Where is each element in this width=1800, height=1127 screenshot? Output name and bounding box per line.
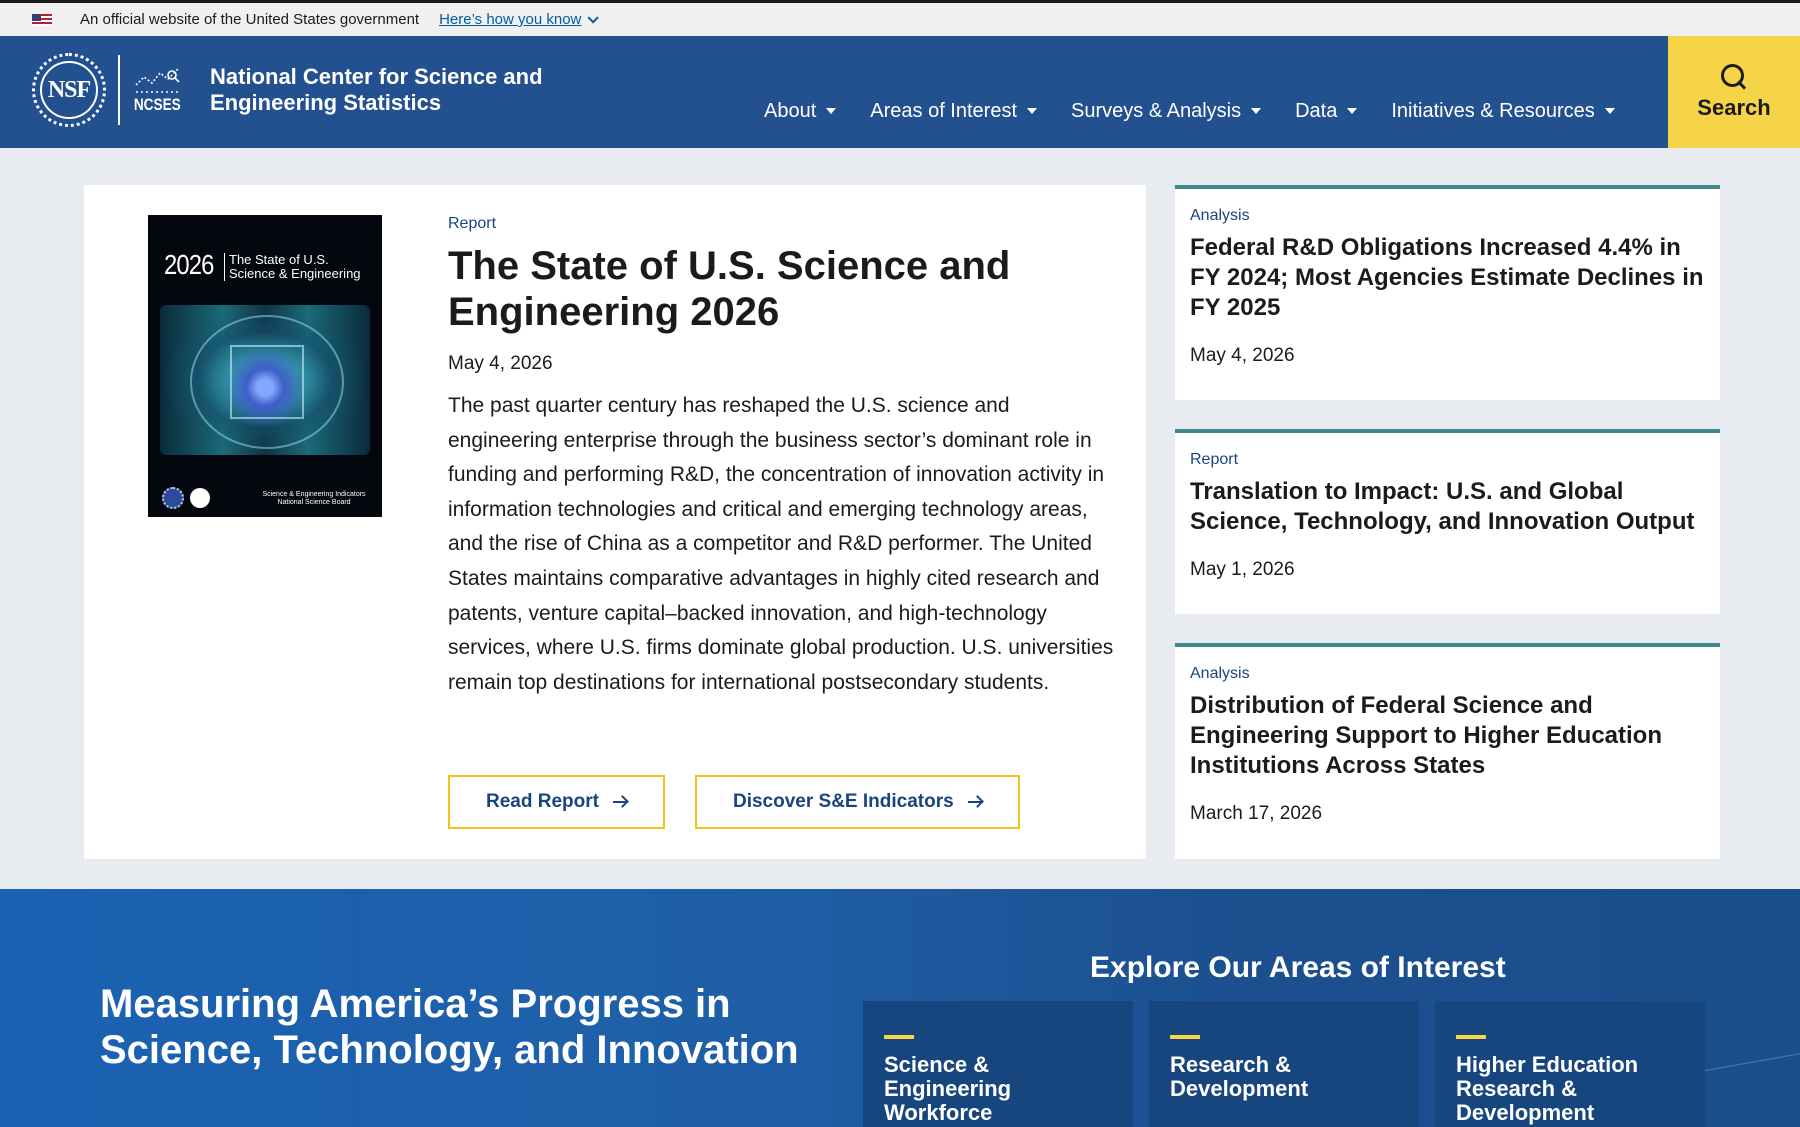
- nsf-seal-icon: NSF: [32, 53, 106, 127]
- nav-item-label: About: [764, 99, 817, 122]
- decorative-line: [1695, 1047, 1800, 1127]
- featured-title[interactable]: The State of U.S. Science and Engineerin…: [448, 243, 1068, 335]
- featured-actions: Read Report Discover S&E Indicators: [448, 775, 1050, 829]
- caret-down-icon: [1027, 108, 1038, 114]
- nav-item-label: Initiatives & Resources: [1391, 99, 1595, 122]
- cover-publisher-line1: Science & Engineering Indicators: [262, 491, 366, 498]
- site-name: National Center for Science and Engineer…: [210, 64, 550, 116]
- cover-title-line2: Science & Engineering: [229, 266, 361, 281]
- read-report-label: Read Report: [486, 791, 599, 812]
- news-card-eyebrow: Report: [1190, 451, 1239, 468]
- ncses-logo: NCSES: [132, 65, 182, 115]
- site-header: NSF NCSES National Center for Science an…: [0, 36, 1800, 148]
- accent-bar: [884, 1035, 914, 1039]
- area-card-label: Higher Education Research & Development: [1456, 1052, 1639, 1125]
- area-card-label: Research & Development: [1170, 1052, 1309, 1101]
- news-card-eyebrow: Analysis: [1190, 207, 1250, 224]
- area-card-label: Science & Engineering Workforce: [884, 1052, 1012, 1125]
- featured-date: May 4, 2026: [448, 353, 553, 374]
- news-card-date: May 4, 2026: [1190, 345, 1295, 366]
- caret-down-icon: [1347, 108, 1358, 114]
- arrow-right-icon: [612, 796, 627, 808]
- gov-banner: An official website of the United States…: [0, 0, 1800, 36]
- ncses-logo-text: NCSES: [133, 95, 181, 114]
- site-logo-link[interactable]: NSF NCSES National Center for Science an…: [32, 52, 550, 128]
- cover-year: 2026: [164, 249, 214, 280]
- nav-item-areas-of-interest[interactable]: Areas of Interest: [870, 99, 1038, 123]
- search-button-label: Search: [1697, 95, 1771, 120]
- news-card-eyebrow: Analysis: [1190, 665, 1250, 682]
- featured-eyebrow: Report: [448, 215, 497, 232]
- cover-artwork: [160, 305, 370, 455]
- site-name-line1: National Center for Science and: [210, 64, 543, 89]
- discover-indicators-button[interactable]: Discover S&E Indicators: [694, 775, 1020, 829]
- news-card-date: May 1, 2026: [1190, 559, 1295, 580]
- mission-band: Measuring America’s Progress in Science,…: [0, 889, 1800, 1127]
- area-card-research-development[interactable]: Research & Development: [1149, 1001, 1419, 1127]
- report-cover-image[interactable]: 2026 The State of U.S. Science & Enginee…: [148, 215, 382, 517]
- nav-item-initiatives-resources[interactable]: Initiatives & Resources: [1391, 99, 1615, 123]
- nsf-seal-small-icon: [190, 488, 210, 508]
- cover-publisher: Science & Engineering Indicators Nationa…: [258, 491, 370, 507]
- news-card-title[interactable]: Translation to Impact: U.S. and Global S…: [1190, 477, 1705, 537]
- news-card[interactable]: Analysis Distribution of Federal Science…: [1175, 643, 1720, 859]
- logo-divider: [118, 55, 120, 125]
- us-flag-icon: [32, 13, 52, 26]
- main-nav: About Areas of Interest Surveys & Analys…: [764, 96, 1649, 126]
- featured-report-content: Report The State of U.S. Science and Eng…: [448, 215, 1113, 700]
- mission-heading: Measuring America’s Progress in Science,…: [100, 982, 799, 1072]
- nsb-seal-icon: [162, 487, 184, 509]
- gov-banner-text: An official website of the United States…: [80, 11, 420, 28]
- search-button[interactable]: Search: [1668, 36, 1800, 148]
- news-card-date: March 17, 2026: [1190, 803, 1323, 824]
- accent-bar: [1170, 1035, 1200, 1039]
- nav-item-label: Data: [1295, 99, 1338, 122]
- cover-title-line1: The State of U.S.: [229, 252, 329, 267]
- caret-down-icon: [1251, 108, 1262, 114]
- featured-report-card: 2026 The State of U.S. Science & Enginee…: [84, 185, 1146, 859]
- area-card-workforce[interactable]: Science & Engineering Workforce: [863, 1001, 1133, 1127]
- nav-item-about[interactable]: About: [764, 99, 837, 123]
- arrow-right-icon: [967, 796, 982, 808]
- nav-item-label: Areas of Interest: [870, 99, 1018, 122]
- cover-publisher-line2: National Science Board: [277, 499, 351, 506]
- area-card-higher-education[interactable]: Higher Education Research & Development: [1435, 1001, 1705, 1127]
- accent-bar: [1456, 1035, 1486, 1039]
- nav-item-label: Surveys & Analysis: [1071, 99, 1242, 122]
- read-report-button[interactable]: Read Report: [448, 775, 665, 829]
- news-card-title[interactable]: Distribution of Federal Science and Engi…: [1190, 691, 1705, 781]
- news-card-title[interactable]: Federal R&D Obligations Increased 4.4% i…: [1190, 233, 1705, 323]
- nav-item-data[interactable]: Data: [1295, 99, 1358, 123]
- discover-indicators-label: Discover S&E Indicators: [732, 791, 954, 812]
- nsf-seal-text: NSF: [40, 61, 98, 119]
- cover-title: The State of U.S. Science & Engineering: [224, 253, 361, 281]
- heres-how-you-know-label: Here’s how you know: [439, 11, 582, 28]
- caret-down-icon: [826, 108, 837, 114]
- cover-seals: [162, 487, 210, 509]
- caret-down-icon: [1604, 108, 1615, 114]
- explore-heading: Explore Our Areas of Interest: [1090, 951, 1506, 984]
- nav-item-surveys-analysis[interactable]: Surveys & Analysis: [1071, 99, 1262, 123]
- featured-description: The past quarter century has reshaped th…: [448, 394, 1114, 694]
- news-card[interactable]: Analysis Federal R&D Obligations Increas…: [1175, 185, 1720, 400]
- news-card[interactable]: Report Translation to Impact: U.S. and G…: [1175, 429, 1720, 614]
- search-icon: [1720, 63, 1748, 91]
- chevron-down-icon: [587, 11, 600, 24]
- ncses-chart-icon: [135, 68, 180, 93]
- heres-how-you-know-link[interactable]: Here’s how you know: [439, 11, 600, 28]
- site-name-line2: Engineering Statistics: [210, 90, 442, 115]
